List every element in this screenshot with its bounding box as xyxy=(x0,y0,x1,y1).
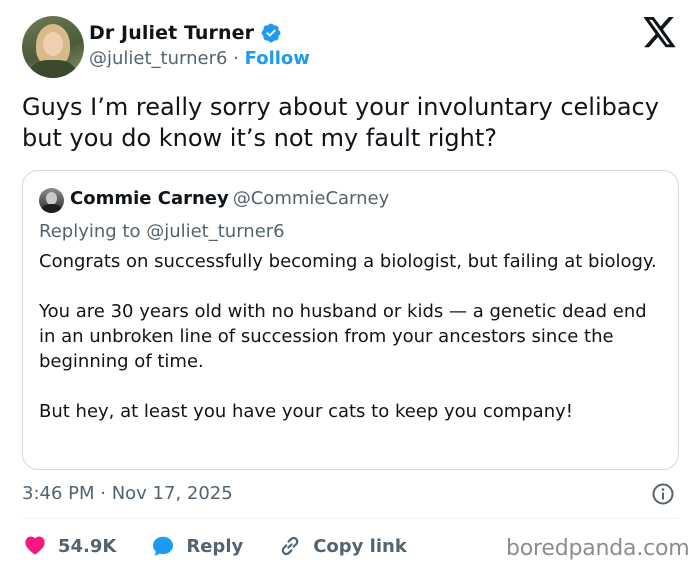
heart-icon xyxy=(25,536,45,555)
divider xyxy=(22,518,679,519)
tweet-text: Guys I’m really sorry about your involun… xyxy=(22,93,659,152)
author-handle[interactable]: @juliet_turner6 xyxy=(89,48,227,69)
quoted-author-avatar xyxy=(39,188,64,213)
reply-label: Reply xyxy=(186,535,244,557)
info-icon[interactable] xyxy=(651,482,675,506)
quoted-paragraph: But hey, at least you have your cats to … xyxy=(39,401,573,422)
author-name-row[interactable]: Dr Juliet Turner xyxy=(89,22,282,44)
verified-badge-icon xyxy=(261,23,281,43)
quoted-paragraph: Congrats on successfully becoming a biol… xyxy=(39,251,657,272)
copy-link-button[interactable]: Copy link xyxy=(277,533,407,559)
quoted-author-row: Commie Carney @CommieCarney xyxy=(70,188,389,209)
follow-button[interactable]: Follow xyxy=(245,48,310,69)
quoted-author-handle: @CommieCarney xyxy=(232,188,390,209)
avatar-shirt xyxy=(30,60,76,78)
replying-to-label: Replying to @juliet_turner6 xyxy=(39,221,285,242)
quoted-paragraph: You are 30 years old with no husband or … xyxy=(39,301,647,372)
author-handle-row: @juliet_turner6 · Follow xyxy=(89,48,310,69)
avatar-face xyxy=(43,32,63,56)
author-display-name[interactable]: Dr Juliet Turner xyxy=(89,22,254,44)
x-logo-icon[interactable] xyxy=(643,17,677,48)
quoted-tweet-body: Congrats on successfully becoming a biol… xyxy=(39,249,667,424)
action-bar: 54.9K Reply Copy link xyxy=(22,532,407,560)
speech-bubble-icon xyxy=(153,536,174,556)
copy-link-label: Copy link xyxy=(313,535,407,557)
boredpanda-watermark: boredpanda.com xyxy=(506,536,690,561)
tweet-timestamp[interactable]: 3:46 PM · Nov 17, 2025 xyxy=(22,483,233,504)
handle-separator: · xyxy=(233,48,239,69)
like-button[interactable]: 54.9K xyxy=(22,533,116,559)
like-count: 54.9K xyxy=(58,535,117,557)
reply-button[interactable]: Reply xyxy=(150,533,243,559)
link-icon xyxy=(281,536,299,556)
quoted-tweet-card[interactable]: Commie Carney @CommieCarney Replying to @… xyxy=(22,170,679,470)
author-avatar[interactable] xyxy=(22,16,84,78)
quoted-avatar-body xyxy=(41,204,62,213)
quoted-author-name: Commie Carney xyxy=(70,188,229,209)
